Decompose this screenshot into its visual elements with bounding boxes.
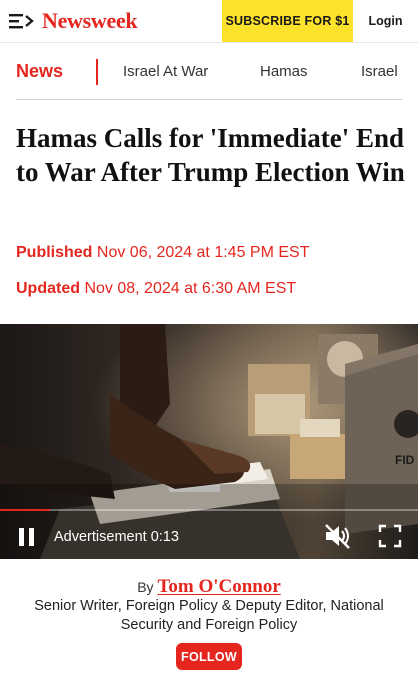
newsweek-logo[interactable]: Newsweek — [42, 8, 138, 34]
follow-button[interactable]: FOLLOW — [176, 643, 242, 670]
video-progress-fill — [0, 509, 51, 511]
muted-speaker-icon — [325, 524, 350, 549]
fullscreen-button[interactable] — [378, 524, 402, 548]
nav-divider — [96, 59, 98, 85]
nav-link-israel[interactable]: Israel — [361, 63, 398, 80]
updated-date: Nov 08, 2024 at 6:30 AM EST — [84, 280, 297, 297]
nav-link-hamas[interactable]: Hamas — [260, 63, 308, 80]
fullscreen-icon — [378, 524, 402, 548]
current-section-link[interactable]: News — [16, 61, 63, 82]
video-frame: FID — [0, 324, 418, 559]
section-nav: News Israel At War Hamas Israel — [16, 56, 402, 100]
nav-link-israel-at-war[interactable]: Israel At War — [123, 63, 208, 80]
pause-icon — [19, 528, 34, 546]
published-date: Nov 06, 2024 at 1:45 PM EST — [96, 244, 310, 261]
pause-button[interactable] — [16, 526, 38, 548]
svg-text:FID: FID — [395, 453, 415, 467]
article-headline: Hamas Calls for 'Immediate' End to War A… — [16, 123, 405, 187]
byline: By Tom O'Connor — [0, 576, 418, 598]
by-label: By — [137, 579, 154, 595]
unmute-button[interactable] — [323, 522, 353, 550]
subscribe-button[interactable]: SUBSCRIBE FOR $1 — [222, 0, 353, 42]
site-header: Newsweek SUBSCRIBE FOR $1 Login — [0, 0, 418, 43]
author-title: Senior Writer, Foreign Policy & Deputy E… — [34, 598, 384, 633]
menu-icon — [9, 14, 34, 29]
video-status-text: Advertisement 0:13 — [54, 529, 179, 545]
updated-dateline: Updated Nov 08, 2024 at 6:30 AM EST — [16, 280, 296, 298]
published-label: Published — [16, 244, 93, 261]
video-player[interactable]: FID Advertisement 0:13 — [0, 324, 418, 559]
video-progress-bar[interactable] — [0, 509, 418, 511]
published-dateline: Published Nov 06, 2024 at 1:45 PM EST — [16, 244, 309, 262]
menu-button[interactable] — [8, 10, 36, 32]
author-link[interactable]: Tom O'Connor — [157, 576, 280, 597]
updated-label: Updated — [16, 280, 80, 297]
login-button[interactable]: Login — [353, 0, 418, 42]
